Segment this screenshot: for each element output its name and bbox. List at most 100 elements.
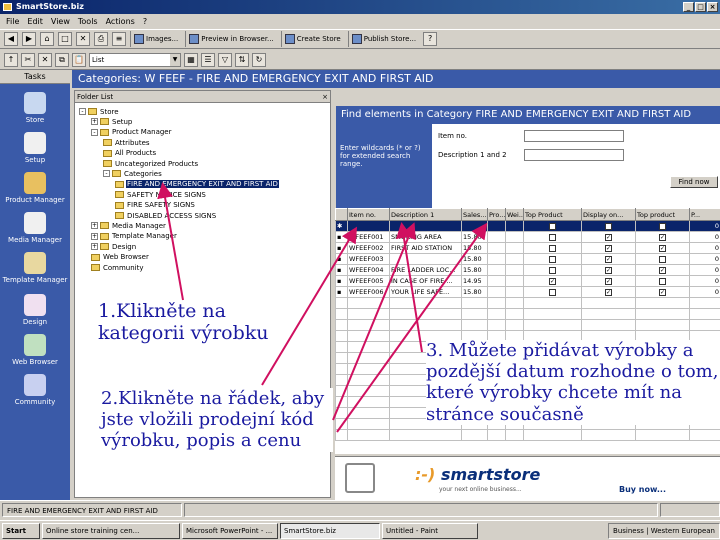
- checkbox[interactable]: [659, 255, 666, 263]
- checkbox[interactable]: [549, 233, 556, 241]
- expand-icon[interactable]: +: [91, 118, 98, 126]
- tree-node[interactable]: Uncategorized Products: [103, 159, 199, 168]
- tree-node[interactable]: - Store: [79, 107, 120, 116]
- cell-item[interactable]: WFEEF003: [347, 253, 390, 265]
- checkbox[interactable]: [605, 222, 612, 230]
- cell-last[interactable]: 0: [689, 242, 720, 254]
- checkbox[interactable]: [549, 255, 556, 263]
- cut-icon[interactable]: ✂: [21, 52, 35, 67]
- cell-desc[interactable]: FIRST AID STATION: [389, 242, 462, 254]
- table-row[interactable]: ▪ WFEEF005 IN CASE OF FIRE ... 14.95 ✓ ✓ 0: [335, 275, 720, 287]
- cell-item[interactable]: WFEEF001: [347, 231, 390, 243]
- create-store-button[interactable]: Create Store: [280, 31, 344, 47]
- new-icon[interactable]: □: [58, 32, 72, 46]
- back-icon[interactable]: ◀: [4, 32, 18, 46]
- column-header[interactable]: Display on...: [581, 208, 636, 221]
- checkbox-checked[interactable]: ✓: [605, 288, 612, 296]
- taskbar-item-smartstore[interactable]: SmartStore.biz: [280, 522, 380, 539]
- cell-w[interactable]: [505, 275, 524, 287]
- cell-item[interactable]: WFEEF005: [347, 275, 390, 287]
- collapse-icon[interactable]: -: [103, 170, 110, 178]
- cell-p2[interactable]: [487, 220, 506, 232]
- item-no-input[interactable]: [524, 130, 624, 142]
- sort-icon[interactable]: ⇅: [235, 52, 249, 67]
- task-web-browser[interactable]: Web Browser: [0, 334, 70, 366]
- expand-icon[interactable]: +: [91, 222, 98, 230]
- column-header[interactable]: Description 1: [389, 208, 462, 221]
- cell-desc[interactable]: [389, 220, 462, 232]
- table-row[interactable]: ▪ WFEEF002 FIRST AID STATION 15.80 ✓ ✓ 0: [335, 242, 720, 254]
- task-template-manager[interactable]: Template Manager: [0, 252, 70, 284]
- find-now-button[interactable]: Find now: [670, 176, 718, 188]
- tree-node[interactable]: SAFETY NOTICE SIGNS: [115, 190, 207, 199]
- tree-node[interactable]: + Setup: [91, 117, 133, 126]
- cell-w[interactable]: [505, 264, 524, 276]
- task-product-manager[interactable]: Product Manager: [0, 172, 70, 204]
- taskbar-item-training[interactable]: Online store training cen...: [42, 522, 180, 539]
- checkbox-checked[interactable]: ✓: [659, 266, 666, 274]
- cell-price[interactable]: 15.80: [461, 264, 488, 276]
- checkbox-checked[interactable]: ✓: [549, 277, 556, 285]
- column-header[interactable]: [335, 208, 348, 221]
- cell-price[interactable]: 14.95: [461, 275, 488, 287]
- home-icon[interactable]: ⌂: [40, 32, 54, 46]
- cell-last[interactable]: 0: [689, 275, 720, 287]
- cell-price[interactable]: 15.80: [461, 231, 488, 243]
- checkbox-checked[interactable]: ✓: [659, 244, 666, 252]
- cell-desc[interactable]: IN CASE OF FIRE ...: [389, 275, 462, 287]
- print-icon[interactable]: ⎙: [94, 32, 108, 46]
- cell-desc[interactable]: SMOKING AREA: [389, 231, 462, 243]
- cell-desc[interactable]: YOUR LIFE SAFE...: [389, 286, 462, 298]
- cell-w[interactable]: [505, 253, 524, 265]
- new-product-row[interactable]: ✱ 0: [335, 220, 720, 232]
- checkbox-checked[interactable]: ✓: [605, 266, 612, 274]
- task-community[interactable]: Community: [0, 374, 70, 406]
- close-icon[interactable]: ×: [322, 91, 328, 103]
- checkbox-checked[interactable]: ✓: [605, 277, 612, 285]
- column-header[interactable]: Top Product: [523, 208, 582, 221]
- maximize-button[interactable]: □: [695, 2, 706, 12]
- grid-view-icon[interactable]: ▦: [184, 52, 198, 67]
- list-view-icon[interactable]: ☰: [201, 52, 215, 67]
- task-store[interactable]: Store: [0, 92, 70, 124]
- cell-p2[interactable]: [487, 231, 506, 243]
- tree-node[interactable]: + Template Manager: [91, 232, 178, 241]
- cell-price[interactable]: [461, 220, 488, 232]
- menu-actions[interactable]: Actions: [106, 17, 135, 26]
- checkbox[interactable]: [549, 244, 556, 252]
- taskbar-item-paint[interactable]: Untitled - Paint: [382, 522, 478, 539]
- tree-node[interactable]: Community: [91, 263, 145, 272]
- column-header[interactable]: Pro...: [487, 208, 506, 221]
- forward-icon[interactable]: ▶: [22, 32, 36, 46]
- description-input[interactable]: [524, 149, 624, 161]
- tree-node[interactable]: FIRE SAFETY SIGNS: [115, 201, 196, 210]
- cell-last[interactable]: 0: [689, 286, 720, 298]
- checkbox-checked[interactable]: ✓: [659, 288, 666, 296]
- checkbox[interactable]: [659, 222, 666, 230]
- column-header[interactable]: Top product: [635, 208, 690, 221]
- cell-w[interactable]: [505, 242, 524, 254]
- copy-icon[interactable]: ⧉: [55, 52, 69, 67]
- checkbox-checked[interactable]: ✓: [605, 244, 612, 252]
- tree-node[interactable]: Web Browser: [91, 253, 150, 262]
- column-header[interactable]: Wei...: [505, 208, 524, 221]
- tree-node[interactable]: + Media Manager: [91, 221, 167, 230]
- minimize-button[interactable]: _: [683, 2, 694, 12]
- help-icon[interactable]: ?: [423, 32, 438, 46]
- cell-w[interactable]: [505, 220, 524, 232]
- remove-icon[interactable]: ✕: [38, 52, 52, 67]
- cell-p2[interactable]: [487, 253, 506, 265]
- table-row[interactable]: ▪ WFEEF001 SMOKING AREA 15.80 ✓ ✓ 0: [335, 231, 720, 243]
- cell-price[interactable]: 15.80: [461, 242, 488, 254]
- checkbox[interactable]: [549, 222, 556, 230]
- cell-p2[interactable]: [487, 286, 506, 298]
- menu-view[interactable]: View: [51, 17, 70, 26]
- close-button[interactable]: ×: [707, 2, 718, 12]
- cell-w[interactable]: [505, 286, 524, 298]
- refresh-icon[interactable]: ↻: [252, 52, 266, 67]
- paste-icon[interactable]: 📋: [72, 52, 86, 67]
- cell-last[interactable]: 0: [689, 231, 720, 243]
- expand-icon[interactable]: +: [91, 232, 98, 240]
- collapse-icon[interactable]: -: [91, 128, 98, 136]
- menu-help[interactable]: ?: [143, 17, 147, 26]
